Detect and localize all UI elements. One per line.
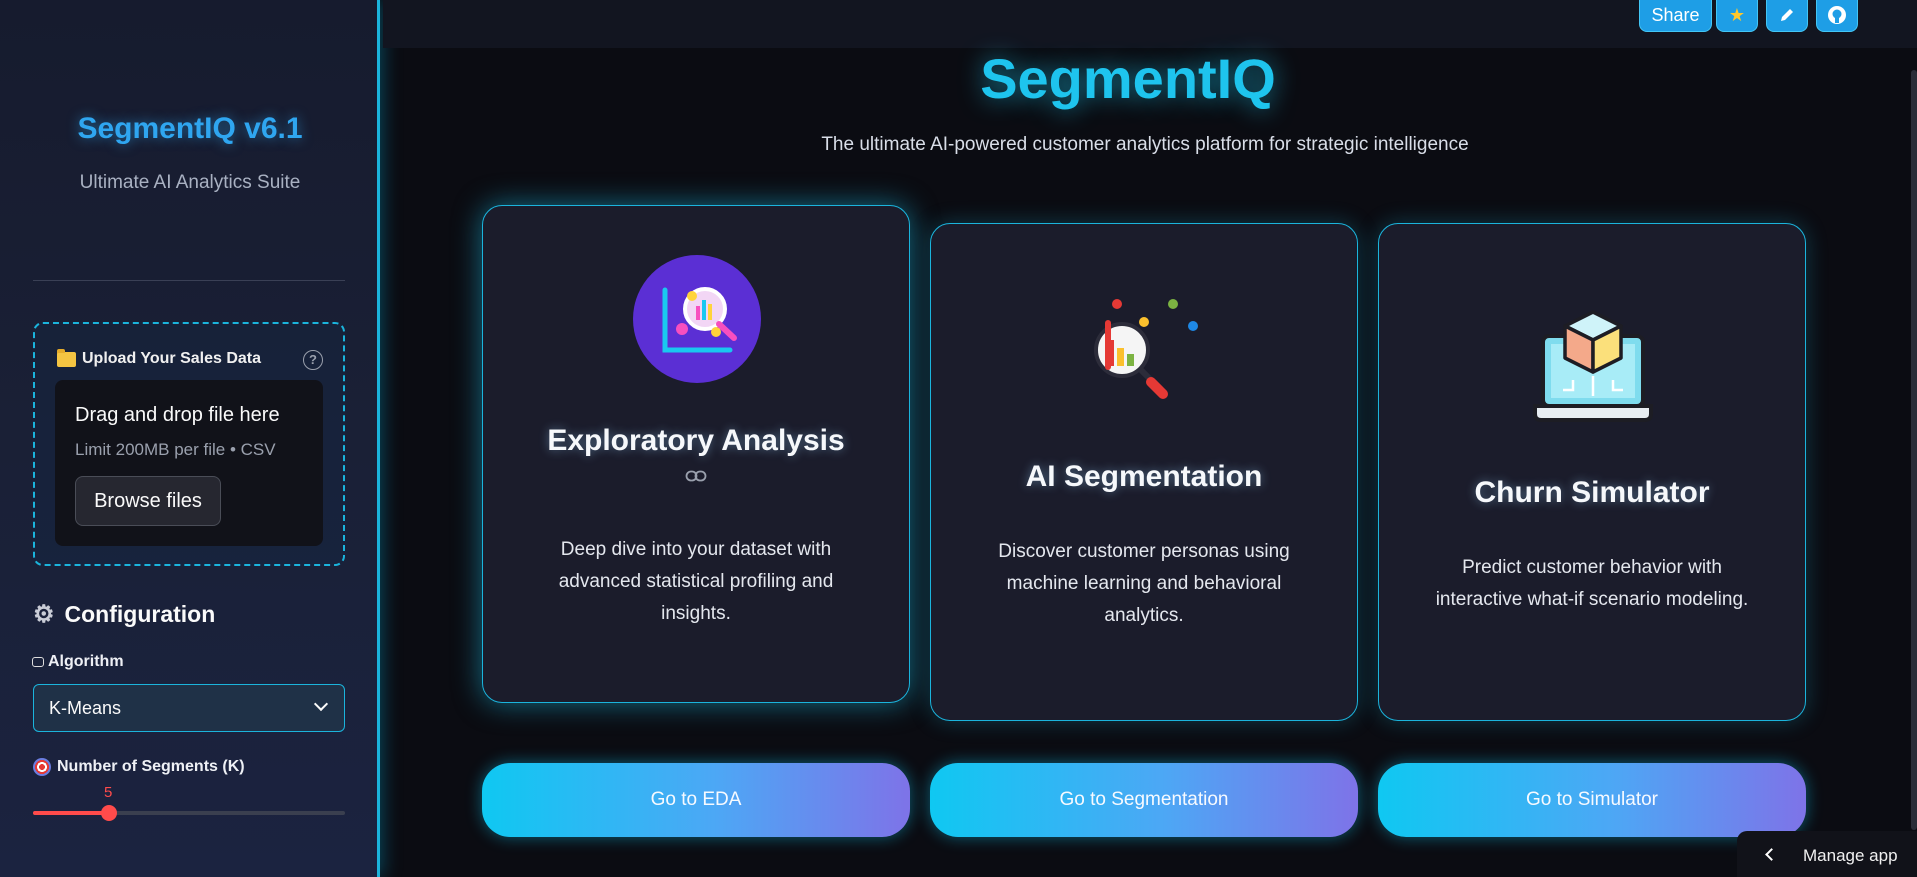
go-to-segmentation-button[interactable]: Go to Segmentation — [930, 763, 1358, 837]
manage-app-button[interactable]: Manage app — [1737, 831, 1917, 877]
github-icon — [1828, 6, 1846, 24]
card-description: Predict customer behavior with interacti… — [1435, 557, 1749, 610]
folder-icon — [57, 348, 76, 367]
target-icon — [33, 758, 51, 776]
sidebar-subtitle: Ultimate AI Analytics Suite — [79, 172, 301, 193]
manage-app-label: Manage app — [1803, 846, 1898, 865]
uploader-label-text: Upload Your Sales Data — [82, 350, 262, 367]
help-icon[interactable]: ? — [303, 350, 323, 370]
robot-icon — [32, 657, 44, 667]
card-title: Exploratory Analysis — [547, 424, 845, 457]
go-to-simulator-button[interactable]: Go to Simulator — [1378, 763, 1806, 837]
edit-button[interactable] — [1766, 0, 1808, 32]
main-scrollbar[interactable] — [1911, 70, 1917, 830]
segmentation-magnifier-icon — [1094, 299, 1198, 399]
segments-value: 5 — [104, 784, 113, 801]
sidebar-divider — [33, 280, 345, 281]
card-title: Churn Simulator — [1474, 476, 1710, 509]
algorithm-select[interactable]: K-Means — [33, 684, 345, 732]
card-exploratory-analysis[interactable]: Exploratory Analysis Deep dive into your… — [482, 205, 910, 703]
card-description: Discover customer personas using machine… — [998, 541, 1290, 626]
card-description: Deep dive into your dataset with advance… — [558, 539, 834, 624]
file-uploader[interactable]: Upload Your Sales Data ? Drag and drop f… — [33, 322, 345, 566]
config-heading: ⚙ Configuration — [33, 600, 215, 629]
dropzone[interactable]: Drag and drop file here Limit 200MB per … — [55, 380, 323, 546]
algorithm-value: K-Means — [49, 698, 122, 718]
card-churn-simulator[interactable]: Churn Simulator Predict customer behavio… — [1378, 223, 1806, 721]
page-subtitle: The ultimate AI-powered customer analyti… — [821, 134, 1469, 155]
go-to-eda-button[interactable]: Go to EDA — [482, 763, 910, 837]
page-title: SegmentIQ — [980, 47, 1276, 110]
sidebar-title: SegmentIQ v6.1 — [77, 112, 303, 145]
algorithm-label-text: Algorithm — [48, 653, 124, 670]
pencil-icon — [1781, 9, 1793, 21]
browse-files-button[interactable]: Browse files — [75, 476, 221, 526]
star-button[interactable]: ★ — [1716, 0, 1758, 32]
segments-label: Number of Segments (K) — [33, 758, 245, 776]
link-icon[interactable] — [483, 468, 909, 488]
chevron-down-icon — [313, 696, 329, 712]
github-button[interactable] — [1816, 0, 1858, 32]
slider-thumb[interactable] — [101, 805, 118, 821]
star-icon: ★ — [1728, 5, 1746, 25]
card-ai-segmentation[interactable]: AI Segmentation Discover customer person… — [930, 223, 1358, 721]
uploader-label: Upload Your Sales Data — [57, 348, 262, 368]
slider-fill — [33, 811, 110, 815]
laptop-cube-icon — [1533, 310, 1653, 422]
card-title: AI Segmentation — [1025, 460, 1263, 493]
config-heading-text: Configuration — [64, 601, 216, 627]
segments-label-text: Number of Segments (K) — [57, 758, 245, 775]
sidebar: SegmentIQ v6.1 Ultimate AI Analytics Sui… — [0, 0, 380, 877]
segments-slider[interactable] — [33, 805, 345, 821]
share-button[interactable]: Share — [1639, 0, 1712, 32]
dropzone-title: Drag and drop file here — [75, 404, 280, 426]
dropzone-limit: Limit 200MB per file • CSV — [75, 440, 276, 459]
gear-icon: ⚙ — [33, 601, 55, 628]
algorithm-label: Algorithm — [32, 653, 124, 671]
chevron-left-icon — [1765, 848, 1778, 861]
analytics-magnifier-icon — [633, 255, 761, 383]
